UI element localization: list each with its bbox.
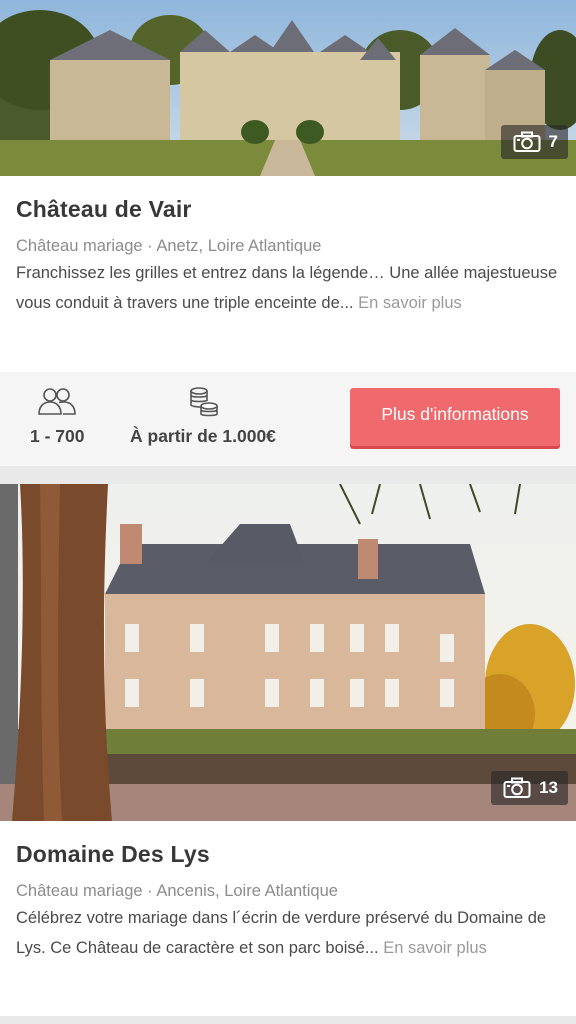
castle-photo <box>0 0 576 176</box>
price-value: À partir de 1.000€ <box>130 426 276 446</box>
castle-photo <box>0 484 576 821</box>
venue-photo[interactable]: 13 <box>0 484 576 821</box>
capacity-value: 1 - 700 <box>30 426 85 446</box>
photo-count-badge[interactable]: 7 <box>500 125 568 159</box>
venue-stats-bar: 1 - 700 À partir de 1.000€ Plus d'inform… <box>0 372 576 466</box>
description-text: Franchissez les grilles et entrez dans l… <box>16 264 558 312</box>
venue-photo[interactable]: 7 <box>0 0 576 176</box>
venue-card[interactable]: 7 Château de Vair Château mariage · Anet… <box>0 0 576 466</box>
card-separator <box>0 466 576 484</box>
venue-description: Célébrez votre mariage dans l´écrin de v… <box>16 904 560 963</box>
photo-count: 7 <box>548 132 558 151</box>
photo-count: 13 <box>539 778 558 797</box>
venue-description: Franchissez les grilles et entrez dans l… <box>16 259 560 318</box>
photo-count-badge[interactable]: 13 <box>491 771 568 805</box>
more-link[interactable]: En savoir plus <box>358 294 462 312</box>
venue-title[interactable]: Domaine Des Lys <box>16 841 560 868</box>
more-info-button[interactable]: Plus d'informations <box>350 388 560 446</box>
camera-icon <box>513 131 541 152</box>
people-icon <box>38 388 77 415</box>
coins-icon <box>190 387 218 417</box>
price-stat: À partir de 1.000€ <box>130 386 276 447</box>
venue-title[interactable]: Château de Vair <box>16 196 560 223</box>
venue-category: Château mariage · Anetz, Loire Atlantiqu… <box>16 237 322 255</box>
camera-icon <box>503 777 531 798</box>
capacity-stat: 1 - 700 <box>30 386 84 447</box>
venue-card[interactable]: 13 Domaine Des Lys Château mariage · Anc… <box>0 484 576 1016</box>
venue-category: Château mariage · Ancenis, Loire Atlanti… <box>16 882 338 900</box>
more-link[interactable]: En savoir plus <box>383 939 487 957</box>
